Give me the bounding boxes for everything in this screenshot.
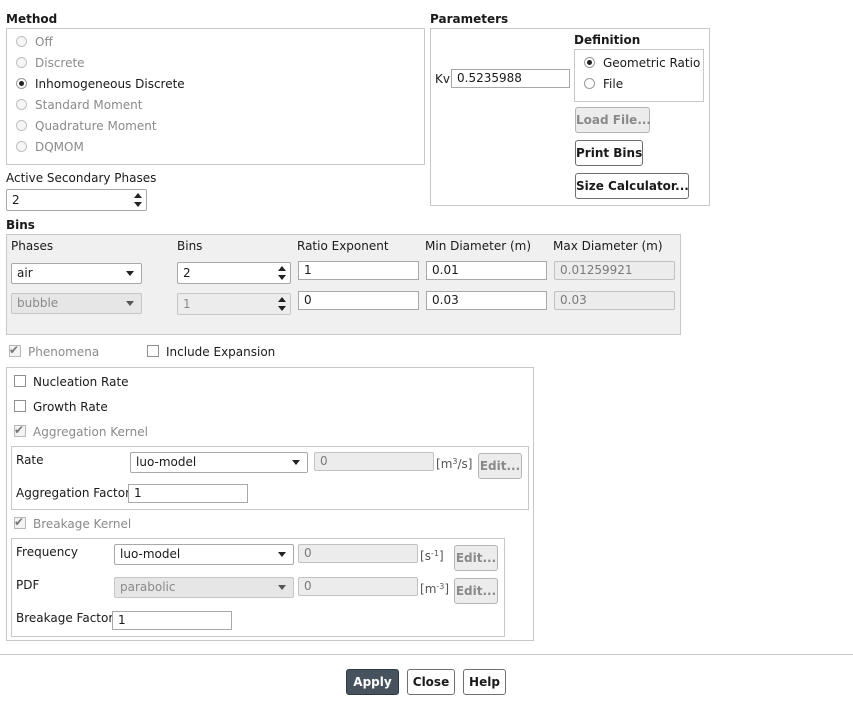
breakage-pdf-select[interactable]: parabolic [114,577,294,598]
kv-input[interactable]: 0.5235988 [451,69,570,88]
geometric-ratio-radio[interactable] [584,57,595,68]
method-dqmom-radio[interactable] [16,141,27,152]
stepper-up-icon[interactable] [278,266,286,271]
stepper-down-icon[interactable] [134,202,142,207]
bins-row2-phase-select[interactable]: bubble [11,293,142,314]
load-file-button[interactable]: Load File... [575,107,651,133]
method-discrete-radio[interactable] [16,57,27,68]
bins-row1-ratio-exponent-input[interactable]: 1 [298,261,419,280]
aggregation-factor-label: Aggregation Factor [16,486,130,500]
bins-row1-min-diameter-input[interactable]: 0.01 [426,261,547,280]
bins-row1-bins-stepper[interactable]: 2 [177,262,291,284]
aggregation-kernel-label: Aggregation Kernel [33,425,148,439]
bins-header-bins: Bins [177,239,203,253]
breakage-pdf-edit-button[interactable]: Edit... [454,578,498,604]
include-expansion-label: Include Expansion [166,345,276,359]
file-radio[interactable] [584,78,595,89]
aggregation-rate-select[interactable]: luo-model [130,452,308,473]
chevron-down-icon [126,301,134,306]
aggregation-rate-label: Rate [16,453,44,467]
breakage-frequency-label: Frequency [16,545,78,559]
bins-row1-phase-value: air [17,266,33,280]
bins-row1-bins-value: 2 [183,266,191,280]
aggregation-rate-model: luo-model [136,455,197,469]
aggregation-edit-button[interactable]: Edit... [478,453,522,479]
breakage-pdf-model: parabolic [120,580,176,594]
nucleation-rate-checkbox[interactable] [14,375,26,387]
phenomena-label: Phenomena [28,345,100,359]
geometric-ratio-label: Geometric Ratio [603,56,701,70]
breakage-frequency-value: 0 [298,544,418,563]
help-button[interactable]: Help [463,669,506,695]
definition-title: Definition [574,33,641,47]
size-calculator-button[interactable]: Size Calculator... [575,173,689,199]
bins-header-phases: Phases [11,239,54,253]
apply-button[interactable]: Apply [346,669,399,695]
active-secondary-phases-value: 2 [12,193,20,207]
stepper-up-icon[interactable] [278,297,286,302]
bins-row2-ratio-exponent-input[interactable]: 0 [298,291,419,310]
method-standard-moment-radio[interactable] [16,99,27,110]
bins-row2-min-diameter-input[interactable]: 0.03 [426,291,547,310]
active-secondary-phases-label: Active Secondary Phases [6,171,157,185]
footer-divider [0,654,853,655]
phenomena-checkbox[interactable]: ✔ [9,343,21,357]
active-secondary-phases-stepper[interactable]: 2 [6,189,147,211]
chevron-down-icon [126,271,134,276]
breakage-frequency-edit-button[interactable]: Edit... [454,545,498,571]
aggregation-rate-value: 0 [314,452,434,471]
bins-row2-bins-stepper[interactable]: 1 [177,293,291,315]
bins-row1-max-diameter-field: 0.01259921 [554,261,675,280]
chevron-down-icon [292,460,300,465]
method-quadrature-moment-label: Quadrature Moment [35,119,157,133]
bins-row1-phase-select[interactable]: air [11,263,142,284]
checkmark-icon: ✔ [14,423,25,437]
method-discrete-label: Discrete [35,56,85,70]
aggregation-kernel-checkbox[interactable]: ✔ [14,423,26,437]
breakage-frequency-select[interactable]: luo-model [114,544,294,565]
file-label: File [603,77,624,91]
parameters-title: Parameters [430,12,509,26]
method-dqmom-label: DQMOM [35,140,84,154]
chevron-down-icon [278,585,286,590]
breakage-pdf-label: PDF [16,578,40,592]
bins-header-max-diameter: Max Diameter (m) [553,239,663,253]
bins-header-ratio-exponent: Ratio Exponent [297,239,389,253]
bins-row2-bins-value: 1 [183,297,191,311]
checkmark-icon: ✔ [9,343,20,357]
aggregation-rate-unit: [m3/s] [436,457,473,471]
method-quadrature-moment-radio[interactable] [16,120,27,131]
method-inhomogeneous-discrete-radio[interactable] [16,78,27,89]
bins-title: Bins [6,218,35,232]
breakage-kernel-label: Breakage Kernel [33,517,132,531]
stepper-up-icon[interactable] [134,193,142,198]
breakage-pdf-value: 0 [298,577,418,596]
breakage-factor-input[interactable]: 1 [112,611,232,630]
print-bins-button[interactable]: Print Bins [575,140,643,166]
method-off-label: Off [35,35,53,49]
method-title: Method [6,12,58,26]
bins-row2-phase-value: bubble [17,296,59,310]
kv-label: Kv [435,72,450,86]
breakage-pdf-unit: [m-3] [420,582,450,596]
breakage-frequency-unit: [s-1] [420,549,444,563]
stepper-down-icon[interactable] [278,306,286,311]
growth-rate-checkbox[interactable] [14,400,26,412]
bins-row2-max-diameter-field: 0.03 [554,291,675,310]
checkmark-icon: ✔ [14,515,25,529]
breakage-frequency-model: luo-model [120,547,181,561]
breakage-factor-label: Breakage Factor [16,611,114,625]
close-button[interactable]: Close [407,669,455,695]
bins-header-min-diameter: Min Diameter (m) [425,239,531,253]
aggregation-factor-input[interactable]: 1 [128,484,248,503]
breakage-kernel-checkbox[interactable]: ✔ [14,515,26,529]
nucleation-rate-label: Nucleation Rate [33,375,129,389]
chevron-down-icon [278,552,286,557]
stepper-down-icon[interactable] [278,275,286,280]
method-inhomogeneous-discrete-label: Inhomogeneous Discrete [35,77,185,91]
growth-rate-label: Growth Rate [33,400,108,414]
method-off-radio[interactable] [16,36,27,47]
method-standard-moment-label: Standard Moment [35,98,143,112]
include-expansion-checkbox[interactable] [147,345,159,357]
